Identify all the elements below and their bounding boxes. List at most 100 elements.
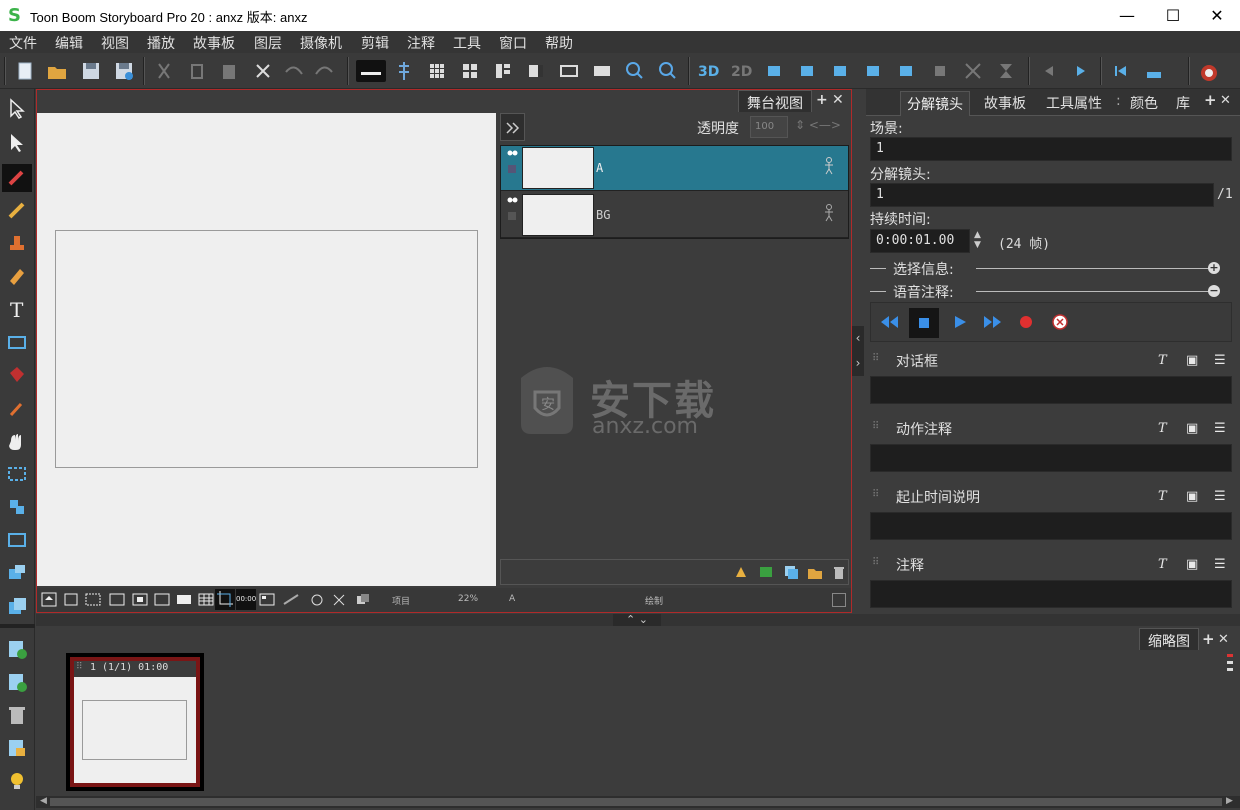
2d-icon[interactable]: 2D — [730, 60, 756, 82]
camera-frame-icon[interactable] — [5, 462, 29, 486]
filmstrip-icon[interactable] — [558, 60, 580, 82]
add-group-icon[interactable] — [807, 564, 823, 584]
tab-close-icon[interactable]: ✕ — [832, 92, 844, 108]
tab-library[interactable]: 库 — [1176, 93, 1190, 113]
stop-icon[interactable] — [909, 308, 939, 338]
new-panel-icon[interactable] — [5, 637, 29, 661]
minimize-button[interactable]: — — [1104, 0, 1150, 31]
layer-visibility-icon[interactable] — [505, 194, 519, 234]
camera-reset-icon[interactable] — [830, 60, 852, 82]
mask-icon[interactable] — [176, 592, 192, 607]
stage-options-checkbox[interactable] — [832, 593, 846, 607]
tab-thumbnails[interactable]: 缩略图 — [1139, 628, 1199, 650]
maximize-button[interactable]: ☐ — [1150, 0, 1196, 31]
menu-layer[interactable]: 图层 — [254, 33, 282, 53]
previous-frame-icon[interactable] — [1038, 60, 1060, 82]
window-icon[interactable]: ▣ — [1186, 421, 1198, 436]
duplicate-camera-icon[interactable] — [5, 594, 29, 618]
opacity-arrows-icon[interactable]: ⇕ <—> — [795, 118, 841, 132]
save-icon[interactable] — [80, 60, 102, 82]
cut-icon[interactable] — [153, 60, 175, 82]
timeline-view-icon[interactable] — [591, 60, 613, 82]
save-as-icon[interactable] — [113, 60, 135, 82]
timecode-icon[interactable]: 00:00 — [236, 589, 256, 610]
menu-annotation[interactable]: 注释 — [407, 33, 435, 53]
side-collapse-icon[interactable]: ‹ › — [852, 326, 864, 376]
ruler-icon[interactable] — [283, 592, 299, 607]
last-panel-icon[interactable] — [1143, 60, 1165, 82]
tab-add-icon[interactable]: + — [816, 92, 828, 108]
close-button[interactable]: ✕ — [1194, 0, 1240, 31]
layer-name[interactable]: BG — [596, 208, 610, 222]
zoom-out-icon[interactable] — [624, 60, 646, 82]
camera-motion-icon[interactable] — [5, 561, 29, 585]
select-tool-icon[interactable] — [5, 97, 29, 121]
expand-plus-icon[interactable]: + — [1208, 262, 1220, 274]
copy-icon[interactable] — [186, 60, 208, 82]
menu-list-icon[interactable]: ☰ — [1214, 353, 1226, 368]
eyedropper-icon[interactable] — [5, 396, 29, 420]
menu-help[interactable]: 帮助 — [545, 33, 573, 53]
window-icon[interactable]: ▣ — [1186, 353, 1198, 368]
overlay-icon[interactable] — [259, 592, 275, 607]
layout-panel-icon[interactable] — [525, 60, 547, 82]
play-icon[interactable] — [951, 313, 969, 335]
film-icon[interactable] — [154, 592, 170, 607]
next-frame-icon[interactable] — [1070, 60, 1092, 82]
collapse-layers-button[interactable] — [500, 113, 525, 141]
tab-close-icon[interactable]: ✕ — [1220, 93, 1231, 108]
eraser-tool-icon[interactable] — [5, 264, 29, 288]
menu-edit[interactable]: 编辑 — [55, 33, 83, 53]
opacity-input[interactable]: 100 — [750, 116, 788, 138]
grid-9-icon[interactable] — [426, 60, 448, 82]
rewind-icon[interactable] — [879, 313, 899, 335]
rectangle-tool-icon[interactable] — [5, 330, 29, 354]
onion-skin-icon[interactable] — [355, 592, 371, 607]
grid-4-icon[interactable] — [459, 60, 481, 82]
menu-play[interactable]: 播放 — [147, 33, 175, 53]
expand-collapse-icon[interactable]: ⌃ ⌄ — [613, 614, 661, 626]
pencil-tool-icon[interactable] — [5, 198, 29, 222]
menu-window[interactable]: 窗口 — [499, 33, 527, 53]
collapse-minus-icon[interactable]: − — [1208, 285, 1220, 297]
tab-stage-view[interactable]: 舞台视图 — [738, 90, 812, 112]
paste-icon[interactable] — [218, 60, 240, 82]
text-tool-icon[interactable]: T — [5, 297, 29, 322]
menu-tools[interactable]: 工具 — [453, 33, 481, 53]
menu-list-icon[interactable]: ☰ — [1214, 489, 1226, 504]
zoom-in-icon[interactable] — [657, 60, 679, 82]
flip-view-icon[interactable] — [331, 592, 347, 607]
menu-clip[interactable]: 剪辑 — [361, 33, 389, 53]
tab-tool-properties[interactable]: 工具属性 — [1046, 93, 1102, 113]
duplicate-layer-icon[interactable] — [783, 564, 799, 584]
scene-field[interactable]: 1 — [870, 137, 1232, 161]
lightbulb-icon[interactable] — [5, 769, 29, 793]
selection-info-label[interactable]: 选择信息: — [893, 259, 954, 279]
draw-mode-label[interactable]: 绘制 — [645, 594, 663, 607]
add-bitmap-layer-icon[interactable] — [758, 564, 774, 584]
slugging-field[interactable] — [870, 512, 1232, 540]
layer-figure-icon[interactable] — [823, 157, 835, 179]
duration-field[interactable]: 0:00:01.00 — [870, 229, 970, 253]
crop-icon[interactable] — [215, 589, 235, 610]
camera-move-icon[interactable] — [863, 60, 885, 82]
home-icon[interactable] — [41, 592, 57, 607]
camera-key-icon[interactable] — [797, 60, 819, 82]
stamp-tool-icon[interactable] — [5, 231, 29, 255]
item-label[interactable]: 项目 — [392, 594, 410, 607]
tab-add-icon[interactable]: + — [1202, 630, 1215, 648]
zoom-level[interactable]: 22% — [458, 594, 478, 604]
horizontal-scrollbar[interactable]: ◀ ▶ — [36, 796, 1240, 808]
camera-rotate-icon[interactable] — [896, 60, 918, 82]
delete-icon[interactable] — [252, 60, 274, 82]
hand-tool-icon[interactable] — [5, 429, 29, 453]
new-file-icon[interactable] — [14, 60, 36, 82]
new-scene-icon[interactable] — [5, 670, 29, 694]
undo-icon[interactable] — [282, 60, 304, 82]
tuning-fork-icon[interactable] — [393, 60, 415, 82]
scrollbar-thumb[interactable] — [50, 798, 1222, 806]
lock-panel-icon[interactable] — [5, 736, 29, 760]
redo-icon[interactable] — [314, 60, 336, 82]
safe-area-icon[interactable] — [85, 592, 101, 607]
tab-add-icon[interactable]: + — [1204, 91, 1217, 109]
